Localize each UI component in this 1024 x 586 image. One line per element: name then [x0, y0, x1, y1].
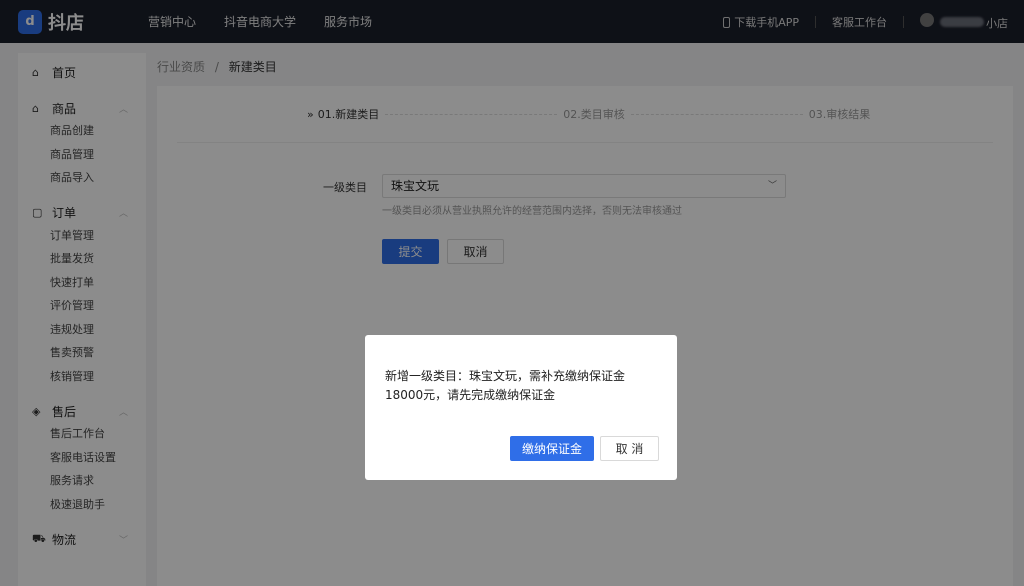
pay-deposit-button[interactable]: 缴纳保证金 — [510, 436, 594, 461]
modal-message: 新增一级类目：珠宝文玩，需补充缴纳保证金18000元，请先完成缴纳保证金 — [385, 369, 626, 402]
deposit-modal: 新增一级类目：珠宝文玩，需补充缴纳保证金18000元，请先完成缴纳保证金 缴纳保… — [365, 335, 677, 480]
modal-cancel-button[interactable]: 取 消 — [600, 436, 659, 461]
modal-overlay[interactable] — [0, 0, 1024, 586]
